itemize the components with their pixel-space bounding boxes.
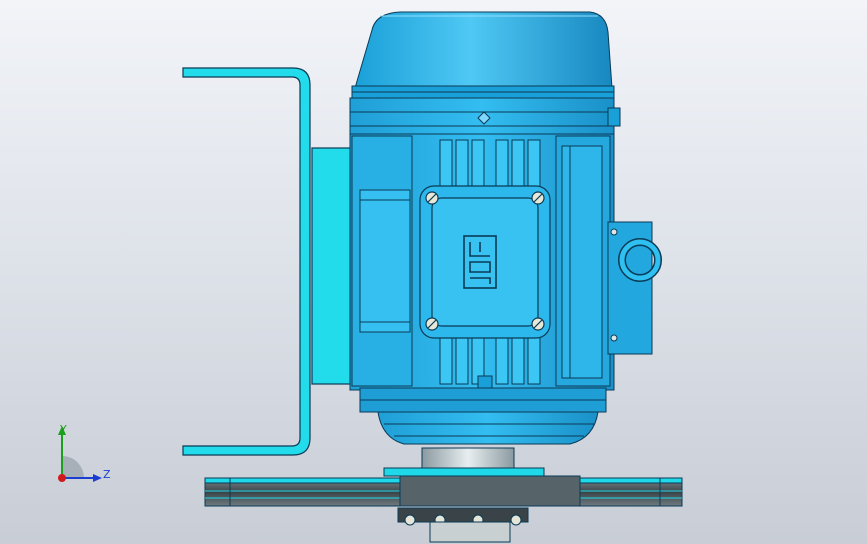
- coordinate-triad: Y Z: [40, 418, 130, 498]
- cad-viewport[interactable]: Y Z: [0, 0, 867, 544]
- y-axis-label: Y: [60, 423, 67, 436]
- terminal-box[interactable]: [419, 185, 551, 339]
- z-axis-arrow: [93, 474, 102, 482]
- motor-frame-band[interactable]: [349, 97, 621, 135]
- motor-end-cap[interactable]: [351, 11, 615, 99]
- triad-axes: [58, 426, 102, 482]
- mounting-bracket[interactable]: [182, 67, 355, 456]
- triad-shading-arc: [62, 456, 84, 478]
- lifting-eye[interactable]: [607, 221, 662, 355]
- x-axis-origin: [58, 474, 66, 482]
- motor-front-flange[interactable]: [359, 387, 607, 445]
- v-belt-pulley[interactable]: [204, 475, 683, 507]
- z-axis-label: Z: [103, 468, 111, 481]
- motor-assembly-model[interactable]: [0, 0, 867, 544]
- motor-shaft[interactable]: [383, 447, 545, 479]
- pulley-hub-bolts: [397, 507, 529, 543]
